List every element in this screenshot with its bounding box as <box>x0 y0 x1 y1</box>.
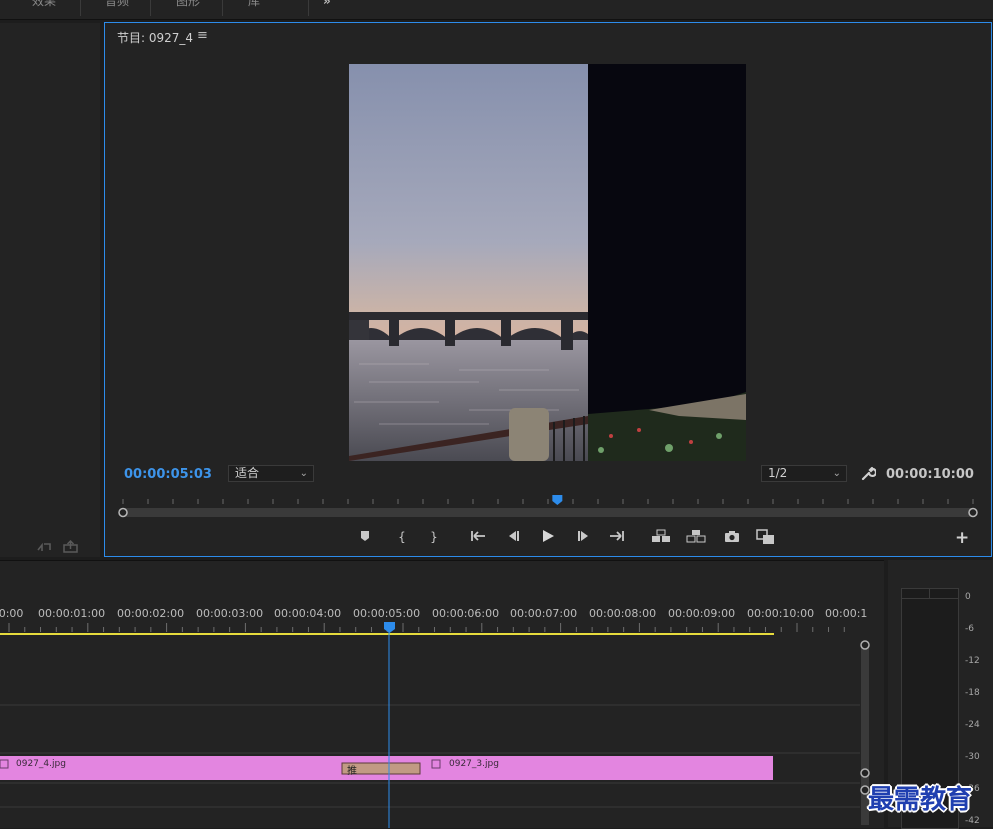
ruler-ticks <box>8 623 845 632</box>
timeline-playhead-head <box>384 622 395 633</box>
db-label: -12 <box>965 656 980 666</box>
db-label: -30 <box>965 752 980 762</box>
extract-icon[interactable] <box>685 529 707 545</box>
video-preview[interactable] <box>349 64 746 461</box>
timeline-panel: :00:00 00:00:01:00 00:00:02:00 00:00:03:… <box>0 560 884 828</box>
lift-icon[interactable] <box>650 529 672 545</box>
program-monitor: 节目: 0927_4 ≡ 00:00:05:03 适合 ⌄ 1/2 ⌄ 00:0… <box>104 22 992 557</box>
tab-divider <box>150 0 151 16</box>
settings-wrench-icon[interactable] <box>860 466 876 482</box>
watermark-logo: 最需教育 <box>868 785 973 815</box>
duration-timecode: 00:00:10:00 <box>886 467 974 482</box>
add-marker-icon[interactable] <box>356 529 374 545</box>
timeline-graphics <box>0 622 870 828</box>
tab-divider <box>308 0 309 16</box>
play-icon[interactable] <box>539 529 557 545</box>
tab-divider <box>80 0 81 16</box>
db-label: -6 <box>965 624 974 634</box>
chevron-down-icon: ⌄ <box>299 468 308 479</box>
scrub-track <box>123 508 973 517</box>
chevron-down-icon: ⌄ <box>832 468 841 479</box>
tab-libraries[interactable]: 库 <box>248 0 260 9</box>
tab-graphics[interactable]: 图形 <box>176 0 200 9</box>
tab-effects[interactable]: 效果 <box>32 0 56 9</box>
music-export-icon[interactable] <box>36 541 52 553</box>
db-label: -24 <box>965 720 980 730</box>
share-icon[interactable] <box>63 540 79 553</box>
left-panel <box>0 23 100 557</box>
meter-divider <box>929 588 930 598</box>
monitor-title[interactable]: 节目: 0927_4 <box>117 29 193 46</box>
tab-overflow-button[interactable]: » <box>323 0 331 8</box>
panel-menu-icon[interactable]: ≡ <box>197 28 208 43</box>
tab-audio[interactable]: 音频 <box>105 0 129 9</box>
add-button[interactable]: + <box>955 528 969 548</box>
db-label: -42 <box>965 816 980 826</box>
mark-out-icon[interactable]: } <box>425 529 443 545</box>
comparison-view-icon[interactable] <box>756 529 776 545</box>
clip-label[interactable]: 0927_4.jpg <box>16 759 66 769</box>
export-frame-icon[interactable] <box>723 529 741 545</box>
mark-in-icon[interactable]: { <box>393 529 411 545</box>
db-label: -18 <box>965 688 980 698</box>
go-to-out-icon[interactable] <box>608 529 626 545</box>
playback-scrubber[interactable] <box>105 491 991 521</box>
scrub-handle <box>118 507 128 518</box>
scrub-playhead <box>552 495 563 505</box>
transition-label[interactable]: 推 <box>347 762 357 777</box>
scrub-handle <box>968 507 978 518</box>
fit-zoom-dropdown[interactable]: 适合 ⌄ <box>228 465 314 482</box>
scroll-handle <box>860 768 870 778</box>
panel-tab-strip: 效果 音频 图形 库 » <box>0 0 993 20</box>
resolution-value: 1/2 <box>768 466 788 480</box>
current-timecode[interactable]: 00:00:05:03 <box>124 467 212 482</box>
go-to-in-icon[interactable] <box>469 529 487 545</box>
scroll-handle <box>860 640 870 650</box>
work-area-bar <box>0 633 774 635</box>
resolution-dropdown[interactable]: 1/2 ⌄ <box>761 465 847 482</box>
fit-zoom-value: 适合 <box>235 466 260 480</box>
clip-label[interactable]: 0927_3.jpg <box>449 759 499 769</box>
step-forward-icon[interactable] <box>575 529 593 545</box>
tab-divider <box>222 0 223 16</box>
video-frame-image <box>349 64 746 461</box>
step-back-icon[interactable] <box>504 529 522 545</box>
db-label: 0 <box>965 592 971 602</box>
